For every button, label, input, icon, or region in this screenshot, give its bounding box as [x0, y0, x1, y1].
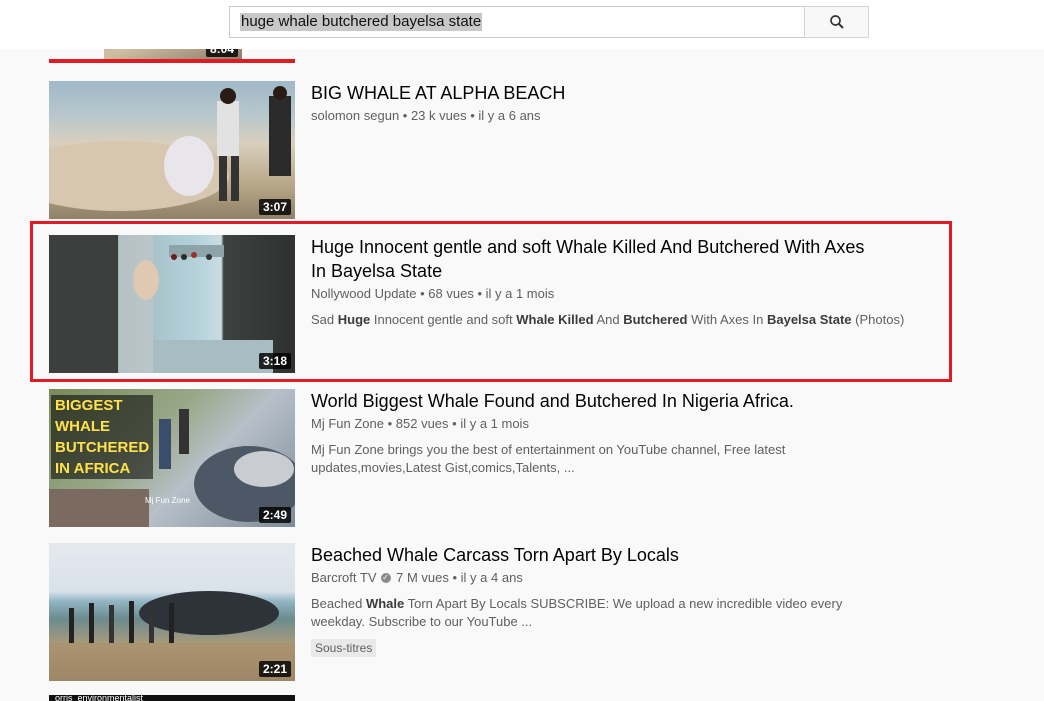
- video-thumbnail[interactable]: BIGGEST WHALE BUTCHERED IN AFRICA Mj Fun…: [49, 389, 295, 527]
- video-info: Huge Innocent gentle and soft Whale Kill…: [311, 235, 911, 329]
- verified-icon: ✓: [380, 572, 391, 583]
- duration-badge: 3:07: [258, 199, 291, 215]
- video-info: Beached Whale Carcass Torn Apart By Loca…: [311, 543, 911, 657]
- view-count: 23 k vues: [410, 108, 467, 123]
- upload-age: il y a 1 mois: [485, 286, 555, 301]
- thumbnail-caption: BIGGEST WHALE BUTCHERED IN AFRICA: [51, 395, 154, 479]
- video-meta: Nollywood Update • 68 vues • il y a 1 mo…: [311, 286, 555, 301]
- search-header: huge whale butchered bayelsa state: [0, 0, 1044, 49]
- upload-age: il y a 6 ans: [478, 108, 541, 123]
- upload-age: il y a 1 mois: [460, 416, 529, 431]
- video-title[interactable]: BIG WHALE AT ALPHA BEACH: [311, 81, 911, 105]
- video-info: BIG WHALE AT ALPHA BEACH solomon segun •…: [311, 81, 911, 125]
- channel-name[interactable]: Mj Fun Zone: [311, 416, 384, 431]
- video-title[interactable]: Huge Innocent gentle and soft Whale Kill…: [311, 235, 871, 283]
- view-count: 852 vues: [395, 416, 449, 431]
- video-meta: Mj Fun Zone • 852 vues • il y a 1 mois: [311, 416, 529, 431]
- video-thumbnail[interactable]: 3:07: [49, 81, 295, 219]
- video-description: Beached Whale Torn Apart By Locals SUBSC…: [311, 596, 843, 629]
- upload-age: il y a 4 ans: [460, 570, 523, 585]
- whale-shore-image: [119, 235, 273, 373]
- thumbnail-watermark: Mj Fun Zone: [145, 496, 190, 505]
- search-input[interactable]: huge whale butchered bayelsa state: [229, 6, 805, 38]
- channel-name[interactable]: solomon segun: [311, 108, 399, 123]
- view-count: 68 vues: [428, 286, 474, 301]
- video-title[interactable]: World Biggest Whale Found and Butchered …: [311, 389, 911, 413]
- video-info: World Biggest Whale Found and Butchered …: [311, 389, 911, 477]
- video-thumbnail[interactable]: 3:18: [49, 235, 295, 373]
- view-count: 7 M vues: [396, 570, 449, 585]
- search-button[interactable]: [804, 6, 869, 38]
- subtitles-badge: Sous-titres: [311, 639, 377, 657]
- video-thumbnail[interactable]: 2:21: [49, 543, 295, 681]
- whale-beach-image: [49, 86, 291, 211]
- channel-name[interactable]: Nollywood Update: [311, 286, 417, 301]
- video-title[interactable]: Beached Whale Carcass Torn Apart By Loca…: [311, 543, 911, 567]
- beached-whale-image: [49, 591, 295, 681]
- video-description: Sad Huge Innocent gentle and soft Whale …: [311, 312, 905, 327]
- duration-badge: 3:18: [258, 353, 291, 369]
- video-meta: Barcroft TV ✓ 7 M vues • il y a 4 ans: [311, 570, 523, 585]
- channel-name[interactable]: Barcroft TV: [311, 570, 377, 585]
- search-icon: [829, 15, 844, 29]
- watched-progress-bar: [49, 59, 295, 63]
- video-meta: solomon segun • 23 k vues • il y a 6 ans: [311, 108, 541, 123]
- duration-badge: 2:49: [258, 507, 291, 523]
- duration-badge: 2:21: [258, 661, 291, 677]
- search-query[interactable]: huge whale butchered bayelsa state: [240, 13, 483, 31]
- video-description: Mj Fun Zone brings you the best of enter…: [311, 442, 786, 475]
- partial-video-thumbnail[interactable]: orris_environmentalist: [49, 695, 295, 701]
